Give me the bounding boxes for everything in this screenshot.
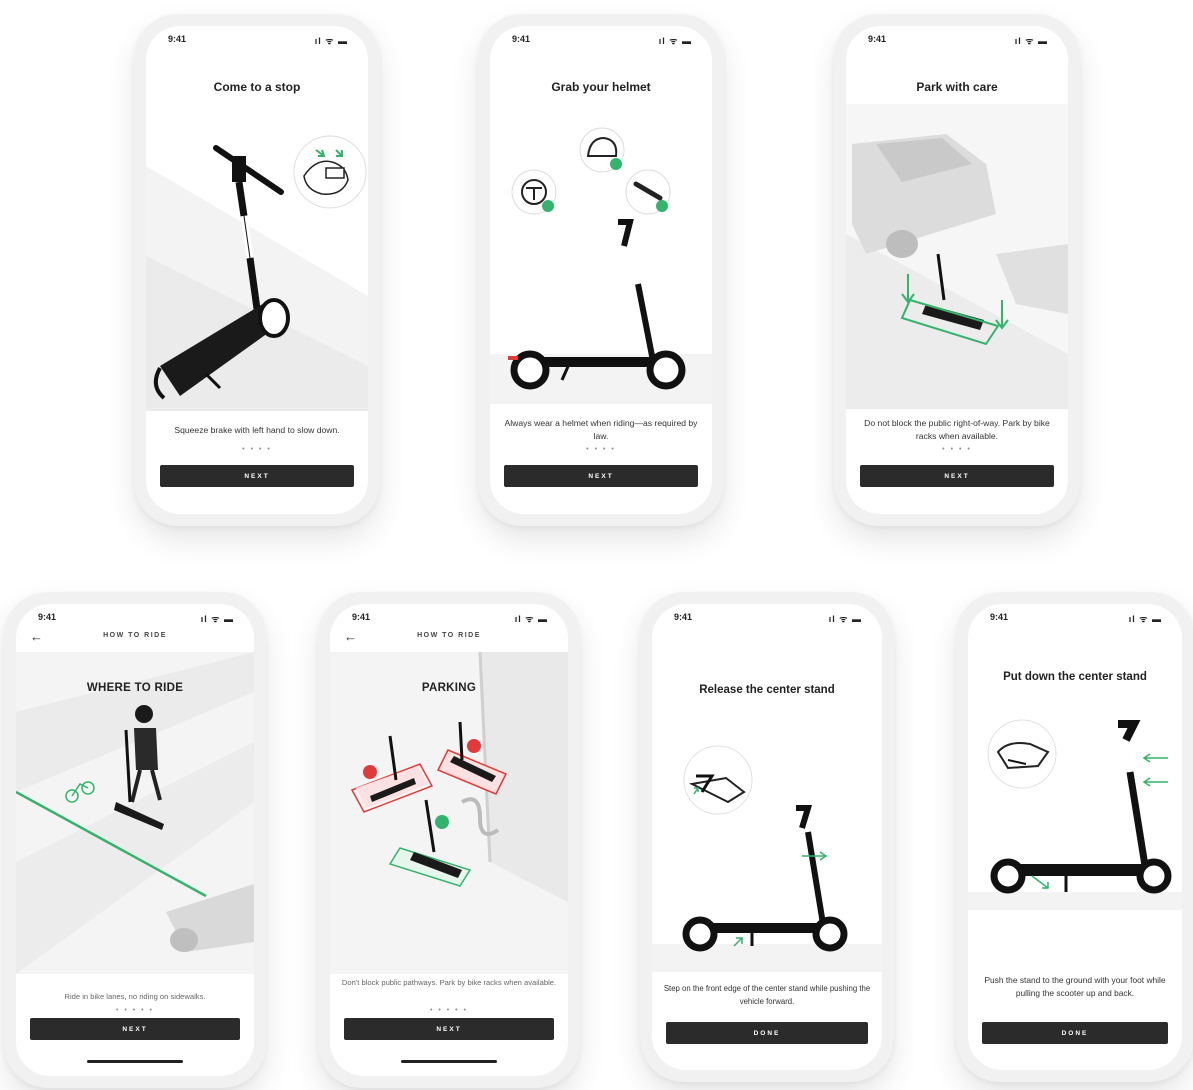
status-bar: 9:41 ıl ᯤ ▬ — [16, 612, 254, 628]
status-icons: ıl ᯤ ▬ — [1014, 36, 1048, 46]
nav-header: ← HOW TO RIDE — [330, 629, 568, 647]
page-indicator: • • • • — [242, 446, 272, 453]
scooter-helmet-illustration — [490, 104, 712, 404]
status-bar: 9:41 ıl ᯤ ▬ — [968, 612, 1182, 628]
status-time: 9:41 — [674, 612, 693, 622]
rider-bike-lane-illustration — [16, 652, 254, 974]
screen-title: Put down the center stand — [1003, 671, 1147, 683]
screen-caption: Do not block the public right-of-way. Pa… — [864, 418, 1050, 441]
status-bar: 9:41 ıl ᯤ ▬ — [652, 612, 882, 628]
screen: 9:41 ıl ᯤ ▬ Release the center stand Ste… — [652, 604, 882, 1070]
screen-caption: Don't block public pathways. Park by bik… — [341, 978, 557, 987]
screen-caption: Step on the front edge of the center sta… — [663, 984, 871, 1006]
status-time: 9:41 — [868, 34, 887, 44]
status-time: 9:41 — [990, 612, 1009, 622]
next-button[interactable]: NEXT — [504, 465, 698, 487]
done-button[interactable]: DONE — [666, 1022, 868, 1044]
screen-title: Park with care — [916, 80, 998, 94]
parking-zones-illustration — [330, 652, 568, 974]
screen-caption: Always wear a helmet when riding—as requ… — [504, 418, 698, 441]
status-bar: 9:41 ıl ᯤ ▬ — [146, 34, 368, 50]
page-indicator: • • • • — [942, 446, 972, 453]
screen: 9:41 ıl ᯤ ▬ Grab your helmet Always wear… — [490, 26, 712, 514]
screen: 9:41 ıl ᯤ ▬ ← HOW TO RIDE — [16, 604, 254, 1076]
status-bar: 9:41 ıl ᯤ ▬ — [490, 34, 712, 50]
next-button[interactable]: NEXT — [30, 1018, 240, 1040]
screen-caption: Squeeze brake with left hand to slow dow… — [174, 425, 340, 435]
stand-down-illustration — [968, 712, 1182, 910]
phone-screen-where-to-ride: 9:41 ıl ᯤ ▬ ← HOW TO RIDE WHERE TO RIDE … — [4, 592, 266, 1088]
screen: 9:41 ıl ᯤ ▬ ← HOW TO RIDE — [330, 604, 568, 1076]
next-button[interactable]: NEXT — [344, 1018, 554, 1040]
phone-screen-park-with-care: 9:41 ıl ᯤ ▬ Park with care Do not block … — [834, 14, 1080, 526]
phone-screen-come-to-a-stop: 9:41 ıl ᯤ ▬ Come to a stop Squeeze brake… — [134, 14, 380, 526]
screen: 9:41 ıl ᯤ ▬ Park with care Do not block … — [846, 26, 1068, 514]
nav-title: HOW TO RIDE — [417, 632, 481, 639]
phone-screen-release-stand: 9:41 ıl ᯤ ▬ Release the center stand Ste… — [640, 592, 894, 1082]
screen: 9:41 ıl ᯤ ▬ Put down the center stand Pu… — [968, 604, 1182, 1070]
page-indicator: • • • • — [586, 446, 616, 453]
page-indicator: • • • • • — [115, 1007, 155, 1014]
status-time: 9:41 — [352, 612, 371, 622]
nav-header: ← HOW TO RIDE — [16, 629, 254, 647]
stand-release-illustration — [652, 732, 882, 972]
screen-title: Come to a stop — [213, 80, 301, 94]
home-indicator — [401, 1060, 497, 1063]
phone-screen-put-down-stand: 9:41 ıl ᯤ ▬ Put down the center stand Pu… — [956, 592, 1193, 1082]
screen-caption: Push the stand to the ground with your f… — [984, 975, 1166, 998]
status-bar: 9:41 ıl ᯤ ▬ — [846, 34, 1068, 50]
status-time: 9:41 — [38, 612, 57, 622]
phone-screen-parking: 9:41 ıl ᯤ ▬ ← HOW TO RIDE PARKING Don't … — [318, 592, 580, 1088]
scooter-parking-car-illustration — [846, 104, 1068, 409]
scooter-brake-illustration — [146, 106, 368, 411]
nav-title: HOW TO RIDE — [103, 632, 167, 639]
home-indicator — [87, 1060, 183, 1063]
screen-title: Release the center stand — [699, 684, 835, 696]
screen-title: WHERE TO RIDE — [86, 682, 184, 694]
status-time: 9:41 — [168, 34, 187, 44]
status-icons: ıl ᯤ ▬ — [200, 614, 234, 624]
status-icons: ıl ᯤ ▬ — [314, 36, 348, 46]
next-button[interactable]: NEXT — [860, 465, 1054, 487]
screen: 9:41 ıl ᯤ ▬ Come to a stop Squeeze brake… — [146, 26, 368, 514]
done-button[interactable]: DONE — [982, 1022, 1168, 1044]
page-indicator: • • • • • — [429, 1007, 469, 1014]
screen-title: Grab your helmet — [551, 80, 651, 94]
status-icons: ıl ᯤ ▬ — [514, 614, 548, 624]
status-bar: 9:41 ıl ᯤ ▬ — [330, 612, 568, 628]
status-icons: ıl ᯤ ▬ — [658, 36, 692, 46]
next-button[interactable]: NEXT — [160, 465, 354, 487]
status-time: 9:41 — [512, 34, 531, 44]
status-icons: ıl ᯤ ▬ — [1128, 614, 1162, 624]
screen-title: PARKING — [421, 682, 477, 694]
phone-screen-grab-helmet: 9:41 ıl ᯤ ▬ Grab your helmet Always wear… — [478, 14, 724, 526]
status-icons: ıl ᯤ ▬ — [828, 614, 862, 624]
screen-caption: Ride in bike lanes, no riding on sidewal… — [64, 992, 206, 1001]
